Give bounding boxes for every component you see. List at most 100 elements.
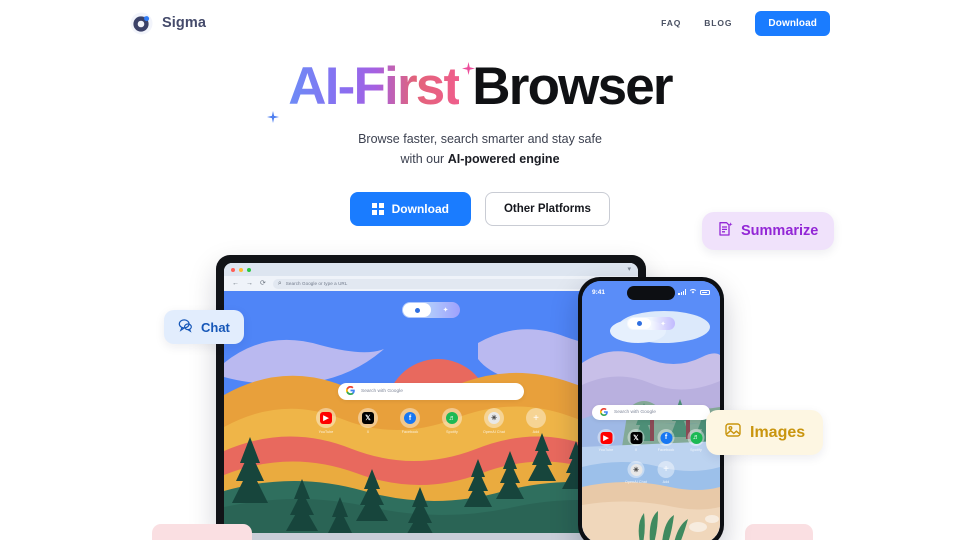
shortcut-label: OpenAI Chat: [625, 480, 647, 484]
main-nav: FAQ BLOG Download: [661, 10, 830, 36]
windows-icon: [372, 203, 384, 215]
shortcut-add[interactable]: + Add: [655, 461, 678, 484]
openai-icon: ✳: [627, 461, 645, 478]
wallpaper-search-input[interactable]: Search with Google: [338, 383, 524, 400]
google-g-icon: [599, 407, 608, 418]
decorative-pill-left: [152, 524, 252, 540]
status-time: 9:41: [592, 288, 606, 296]
subtitle-line-2-bold: AI-powered engine: [447, 151, 560, 166]
traffic-light-minimize[interactable]: [239, 267, 243, 272]
traffic-light-close[interactable]: [231, 267, 235, 272]
shortcut-x[interactable]: 𝕏 X: [354, 408, 382, 434]
shortcut-row: ▶ YouTube 𝕏 X f Facebook ♬ Spotify ✳ Ope…: [312, 408, 550, 434]
phone-ai-mode-toggle[interactable]: ✦: [627, 317, 675, 330]
phone-shortcut-row-1: ▶ YouTube 𝕏 X f Facebook ♬ Spotify: [595, 429, 708, 452]
toggle-knob: [403, 303, 431, 317]
shortcut-label: Add: [532, 430, 540, 434]
new-tab-wallpaper: ✦ Search with Google ▶ YouTube 𝕏 X f Fac…: [224, 291, 638, 533]
dynamic-island: [627, 286, 675, 300]
browser-window: ▾ ← → ⟳ ⌕ Search Google or type a URL ✦ …: [224, 263, 638, 533]
browser-tabbar: ▾: [224, 263, 638, 276]
brand[interactable]: Sigma: [130, 12, 206, 35]
battery-icon: [700, 289, 710, 295]
feature-pill-chat-label: Chat: [201, 319, 230, 335]
shortcut-add[interactable]: + Add: [522, 408, 550, 434]
spotify-icon: ♬: [687, 429, 705, 446]
shortcut-label: OpenAI Chat: [483, 430, 505, 434]
window-minimize-icon[interactable]: ▾: [627, 266, 631, 273]
shortcut-facebook[interactable]: f Facebook: [396, 408, 424, 434]
shortcut-label: Facebook: [401, 430, 419, 434]
reload-icon[interactable]: ⟳: [260, 280, 266, 287]
spotify-icon: ♬: [442, 408, 462, 428]
wallpaper-search-placeholder: Search with Google: [361, 389, 403, 394]
hero-subtitle: Browse faster, search smarter and stay s…: [0, 130, 960, 169]
feature-pill-chat[interactable]: Chat: [164, 310, 244, 344]
headline-solid-text: Browser: [459, 57, 673, 116]
shortcut-label: Add: [662, 480, 670, 484]
shortcut-label: Spotify: [690, 448, 702, 452]
landing-page: Sigma FAQ BLOG Download AI-First Browser…: [0, 0, 960, 540]
shortcut-facebook[interactable]: f Facebook: [655, 429, 678, 452]
decorative-pill-right: [745, 524, 813, 540]
ai-mode-toggle[interactable]: ✦: [402, 302, 460, 318]
headline-gradient-text: AI-First: [288, 57, 461, 116]
phone-mockup: 9:41 ✦ Search with Google ▶ YouTube 𝕏 X …: [578, 277, 724, 540]
site-header: Sigma FAQ BLOG Download: [0, 0, 960, 46]
x-icon: 𝕏: [358, 408, 378, 428]
shortcut-label: YouTube: [318, 430, 334, 434]
openai-icon: ✳: [484, 408, 504, 428]
toggle-knob: [628, 318, 651, 329]
subtitle-line-1: Browse faster, search smarter and stay s…: [358, 132, 602, 147]
signal-icon: [678, 289, 686, 295]
phone-search-placeholder: Search with Google: [614, 410, 656, 415]
wifi-icon: [689, 288, 697, 296]
facebook-icon: f: [657, 429, 675, 446]
url-placeholder: Search Google or type a URL: [285, 281, 348, 286]
shortcut-spotify[interactable]: ♬ Spotify: [685, 429, 708, 452]
sparkle-icon: ✦: [660, 320, 666, 328]
summarize-doc-icon: [718, 221, 733, 241]
other-platforms-button[interactable]: Other Platforms: [484, 191, 610, 226]
nav-link-blog[interactable]: BLOG: [704, 18, 732, 28]
shortcut-openai-chat[interactable]: ✳ OpenAI Chat: [625, 461, 648, 484]
download-button-label: Download: [391, 201, 449, 216]
shortcut-spotify[interactable]: ♬ Spotify: [438, 408, 466, 434]
shortcut-label: X: [366, 430, 370, 434]
plus-icon: +: [526, 408, 546, 428]
header-download-button[interactable]: Download: [755, 10, 830, 36]
browser-urlbar: ← → ⟳ ⌕ Search Google or type a URL: [224, 276, 638, 291]
shortcut-youtube[interactable]: ▶ YouTube: [595, 429, 618, 452]
page-title: AI-First Browser: [0, 58, 960, 115]
shortcut-youtube[interactable]: ▶ YouTube: [312, 408, 340, 434]
arrow-left-icon[interactable]: ←: [232, 280, 239, 287]
traffic-light-zoom[interactable]: [247, 267, 251, 272]
sigma-ring-logo-icon: [130, 12, 153, 35]
shortcut-x[interactable]: 𝕏 X: [625, 429, 648, 452]
shortcut-label: YouTube: [598, 448, 614, 452]
youtube-icon: ▶: [316, 408, 336, 428]
feature-pill-summarize[interactable]: Summarize: [702, 212, 835, 250]
image-icon: [724, 421, 742, 444]
feature-pill-images[interactable]: Images: [706, 410, 824, 455]
download-button[interactable]: Download: [350, 191, 471, 226]
shortcut-label: X: [634, 448, 638, 452]
phone-shortcut-row-2: ✳ OpenAI Chat + Add: [625, 461, 678, 484]
shortcut-label: Spotify: [446, 430, 458, 434]
phone-search-input[interactable]: Search with Google: [592, 405, 710, 420]
shortcut-label: Facebook: [657, 448, 675, 452]
search-icon: ⌕: [277, 280, 282, 287]
brand-name: Sigma: [162, 15, 207, 31]
nav-link-faq[interactable]: FAQ: [661, 18, 681, 28]
phone-wallpaper: 9:41 ✦ Search with Google ▶ YouTube 𝕏 X …: [582, 281, 720, 540]
shortcut-openai-chat[interactable]: ✳ OpenAI Chat: [480, 408, 508, 434]
arrow-right-icon[interactable]: →: [246, 280, 253, 287]
sparkle-icon: ✦: [442, 307, 449, 314]
url-input[interactable]: ⌕ Search Google or type a URL: [272, 278, 630, 289]
feature-pill-images-label: Images: [750, 423, 806, 441]
facebook-icon: f: [400, 408, 420, 428]
feature-pill-summarize-label: Summarize: [741, 223, 819, 239]
subtitle-line-2-prefix: with our: [400, 151, 448, 166]
google-g-icon: [345, 385, 355, 397]
youtube-icon: ▶: [597, 429, 615, 446]
